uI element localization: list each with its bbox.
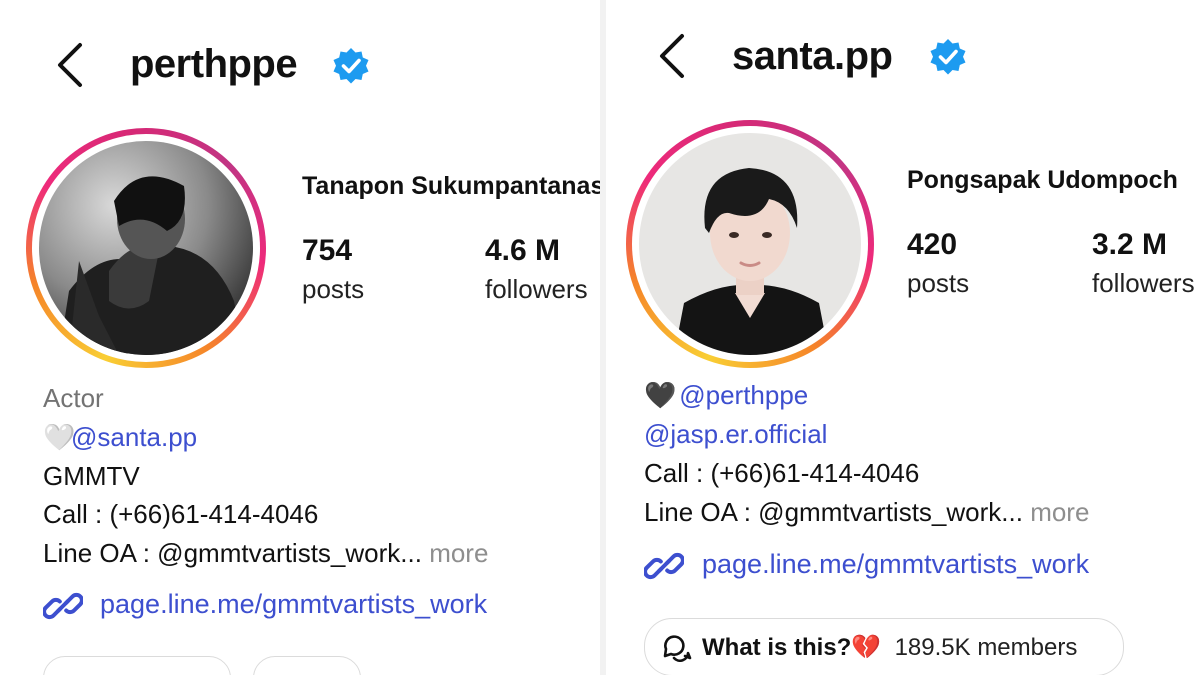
avatar-photo-bw [39,141,253,355]
profile-handle: perthppe [130,42,298,86]
posts-value: 420 [907,228,958,261]
full-name: Pongsapak Udompoch [907,166,1178,194]
followers-value: 3.2 M [1092,228,1168,261]
avatar-photo [639,133,861,355]
followers-label: followers [1092,268,1195,298]
verified-badge-icon [928,37,968,77]
avatar[interactable] [39,141,253,355]
chat-bubbles-icon [662,632,692,662]
posts-label: posts [907,268,970,298]
profile-panel-santa: santa.pp Pongsapak Udompoch 420 posts 3.… [606,0,1200,675]
mention-link-jasper[interactable]: @jasp.er.official [644,419,827,449]
mention-link-santa[interactable]: @santa.pp [71,422,197,452]
posts-label: posts [302,274,365,304]
verified-badge-icon [331,46,371,86]
action-pill-2[interactable] [253,656,361,675]
bio-line-oa-text: Line OA : @gmmtvartists_work... [43,538,422,568]
bio-mention-line: 🖤 @perthppe [644,380,808,410]
bio-more-button[interactable]: more [429,538,488,568]
chevron-left-icon [58,43,82,87]
chevron-left-icon [660,34,684,78]
external-link[interactable]: page.line.me/gmmtvartists_work [702,549,1089,580]
mention-link-perthppe[interactable]: @perthppe [679,380,808,410]
followers-value: 4.6 M [485,234,561,267]
bio-call: Call : (+66)61-414-4046 [644,458,920,488]
bio-call: Call : (+66)61-414-4046 [43,499,319,529]
avatar[interactable] [639,133,861,355]
action-pill-1[interactable] [43,656,231,675]
bio-mention-line: 🤍@santa.pp [43,422,197,452]
link-chain-icon [43,586,83,626]
back-button[interactable] [652,31,692,81]
bio-more-button[interactable]: more [1030,497,1089,527]
black-heart-emoji: 🖤 [644,380,677,410]
bio-category: Actor [43,383,104,413]
followers-label: followers [485,274,588,304]
full-name: Tanapon Sukumpantanasan [302,172,600,200]
profile-panel-perthppe: perthppe Tanapon Sukumpantanasan [0,0,600,675]
bio-line-oa: Line OA : @gmmtvartists_work... more [644,497,1089,527]
profile-handle: santa.pp [732,34,893,78]
bio-line-oa-text: Line OA : @gmmtvartists_work... [644,497,1023,527]
channel-members: 189.5K members [894,634,1078,661]
back-button[interactable] [50,40,90,90]
external-link[interactable]: page.line.me/gmmtvartists_work [100,589,487,620]
bio-line-oa: Line OA : @gmmtvartists_work... more [43,538,488,568]
channel-label: What is this?💔 189.5K members [702,633,1077,662]
link-chain-icon [644,546,684,586]
channel-title: What is this? [702,634,852,661]
posts-value: 754 [302,234,353,267]
white-heart-emoji: 🤍 [43,422,76,452]
broken-heart-emoji: 💔 [851,634,882,661]
bio-agency: GMMTV [43,461,140,491]
